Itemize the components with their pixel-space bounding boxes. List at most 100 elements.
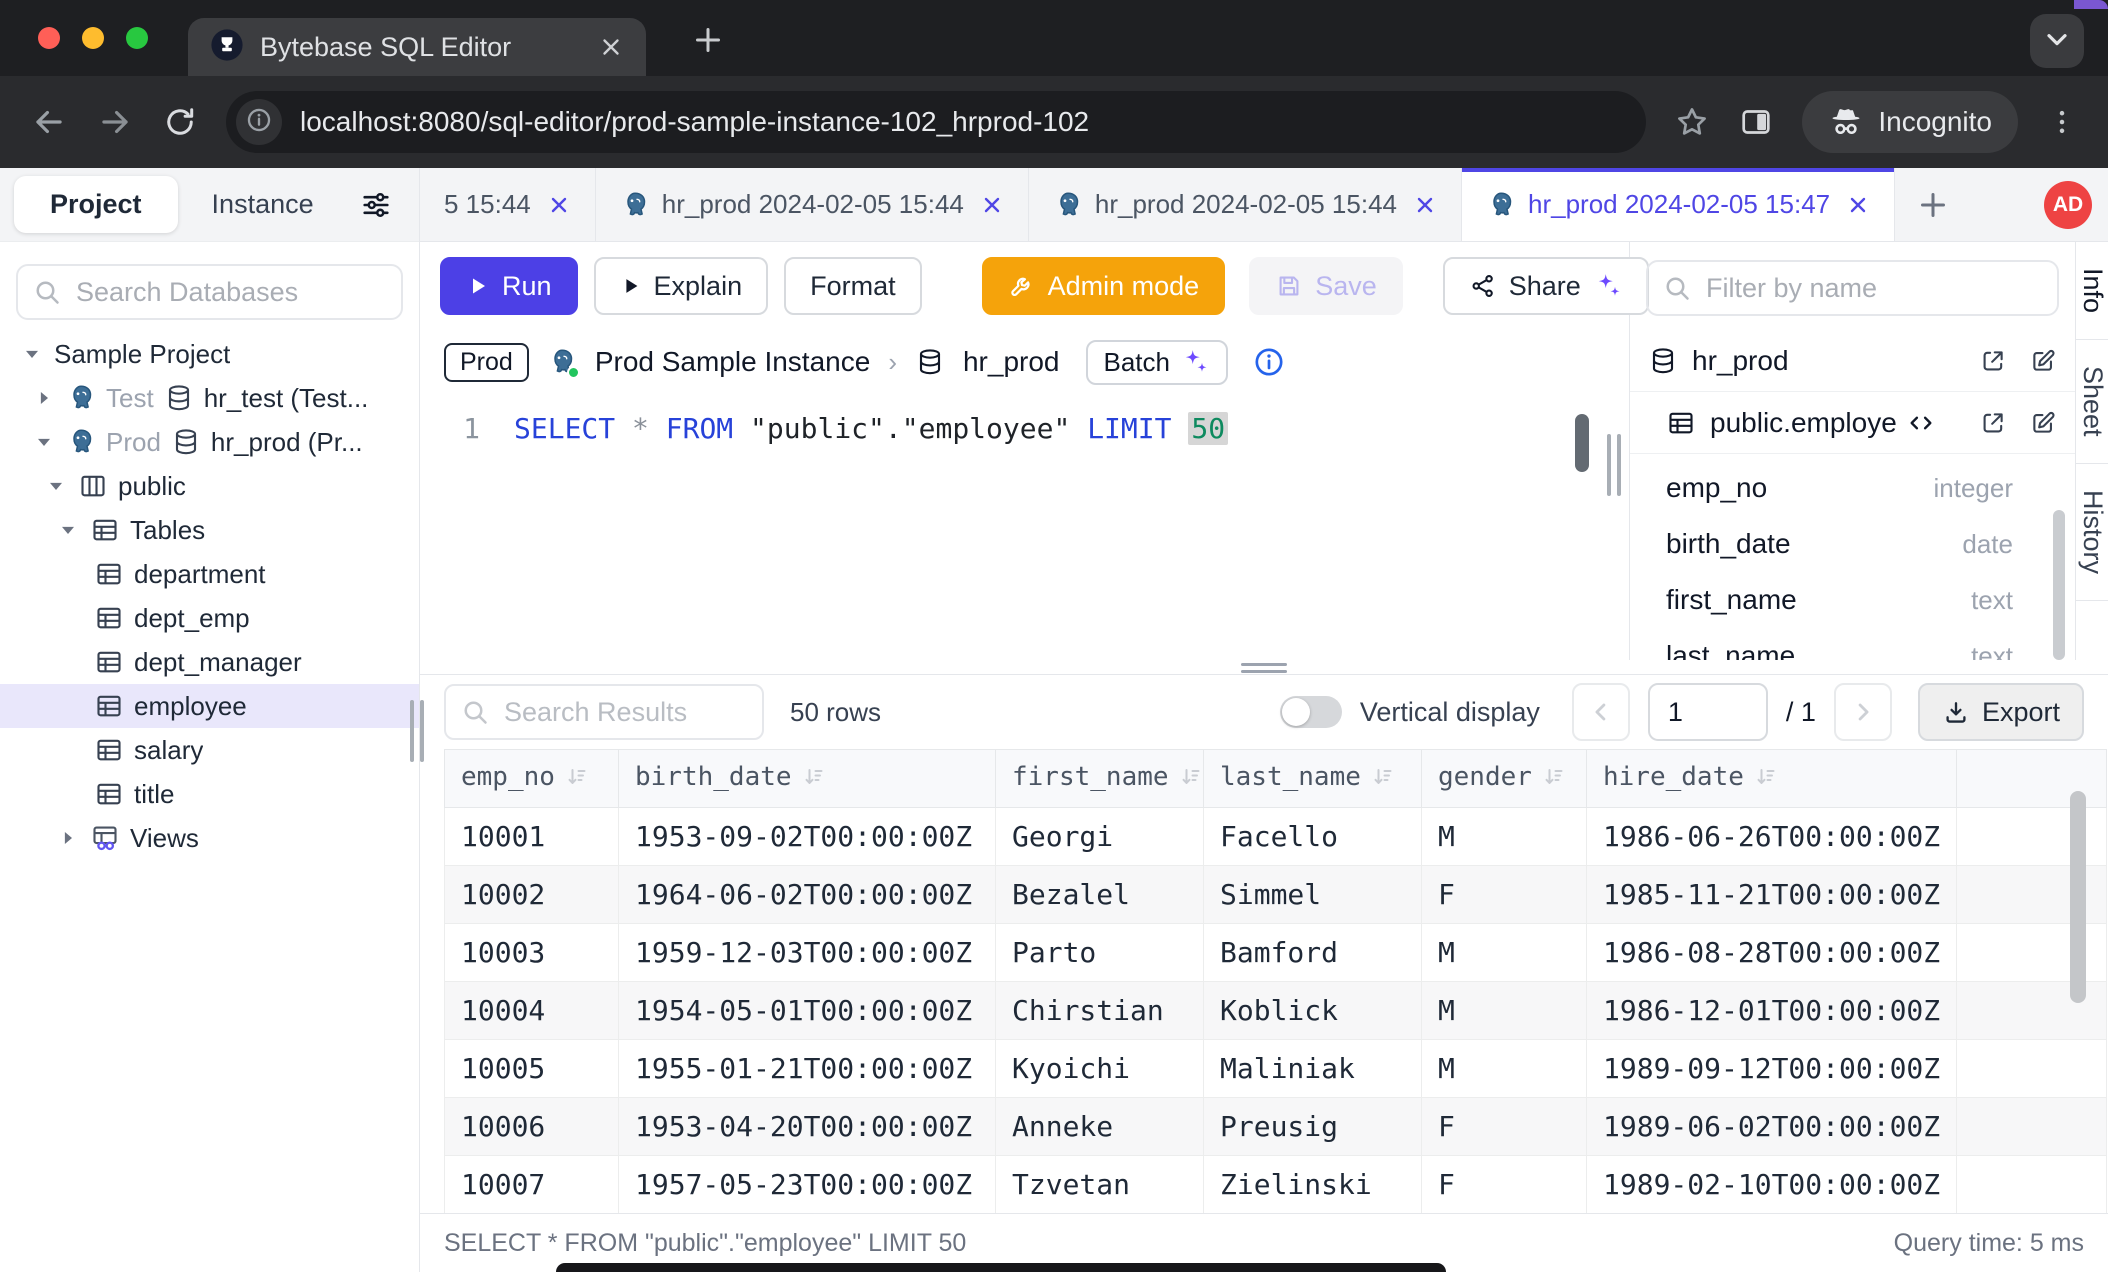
schema-column-emp_no[interactable]: emp_nointeger: [1630, 460, 2075, 516]
maximize-window-button[interactable]: [126, 27, 148, 49]
table-row[interactable]: 100051955-01-21T00:00:00ZKyoichiMaliniak…: [445, 1040, 2107, 1098]
explain-button[interactable]: Explain: [594, 257, 769, 315]
caret-down-icon[interactable]: [20, 344, 44, 364]
close-tab-icon[interactable]: [598, 34, 624, 60]
schema-table-row[interactable]: public.employe: [1630, 392, 2075, 454]
database-name[interactable]: hr_prod: [963, 346, 1060, 378]
schema-column-last_name[interactable]: last_nametext: [1630, 628, 2075, 660]
next-page-button[interactable]: [1834, 683, 1892, 741]
side-tab-history[interactable]: History: [2076, 464, 2108, 601]
table-row[interactable]: 100021964-06-02T00:00:00ZBezalelSimmelF1…: [445, 866, 2107, 924]
caret-down-icon[interactable]: [44, 476, 68, 496]
close-window-button[interactable]: [38, 27, 60, 49]
new-tab-button[interactable]: [690, 22, 726, 58]
panel-resize-handle[interactable]: [1607, 434, 1621, 496]
side-tab-sheet[interactable]: Sheet: [2076, 340, 2108, 464]
run-button[interactable]: Run: [440, 257, 578, 315]
edit-icon[interactable]: [2029, 409, 2057, 437]
new-sheet-button[interactable]: [1895, 187, 1971, 223]
tree-item-views[interactable]: Views: [0, 816, 419, 860]
editor-scrollbar[interactable]: [1575, 414, 1589, 472]
editor-tab-4[interactable]: hr_prod 2024-02-05 15:47: [1462, 168, 1895, 241]
sort-icon[interactable]: [1371, 765, 1395, 796]
sql-code-editor[interactable]: 1 SELECT * FROM "public"."employee" LIMI…: [420, 394, 1629, 660]
caret-down-icon[interactable]: [32, 432, 56, 452]
tree-item-tables[interactable]: Tables: [0, 508, 419, 552]
table-row[interactable]: 100061953-04-20T00:00:00ZAnnekePreusigF1…: [445, 1098, 2107, 1156]
caret-right-icon[interactable]: [32, 388, 56, 408]
caret-down-icon[interactable]: [56, 520, 80, 540]
sort-icon[interactable]: [1179, 765, 1203, 796]
admin-mode-button[interactable]: Admin mode: [982, 257, 1226, 315]
tree-item-employee[interactable]: employee: [0, 684, 419, 728]
tree-item-dept_manager[interactable]: dept_manager: [0, 640, 419, 684]
table-row[interactable]: 100071957-05-23T00:00:00ZTzvetanZielinsk…: [445, 1156, 2107, 1214]
external-link-icon[interactable]: [1979, 347, 2007, 375]
export-button[interactable]: Export: [1918, 683, 2084, 741]
forward-button[interactable]: [96, 103, 134, 141]
filter-settings-icon[interactable]: [359, 188, 393, 222]
avatar[interactable]: AD: [2044, 181, 2092, 229]
batch-button[interactable]: Batch: [1086, 340, 1229, 385]
tree-item-public[interactable]: public: [0, 464, 419, 508]
editor-tab-3[interactable]: hr_prod 2024-02-05 15:44: [1029, 168, 1462, 241]
close-tab-icon[interactable]: [1846, 193, 1870, 217]
side-tab-info[interactable]: Info: [2076, 242, 2108, 340]
page-number-input[interactable]: [1650, 696, 1766, 729]
schema-filter[interactable]: [1646, 260, 2059, 316]
tree-item-dept_emp[interactable]: dept_emp: [0, 596, 419, 640]
tab-search-button[interactable]: [2030, 14, 2084, 68]
vertical-display-toggle[interactable]: [1280, 696, 1342, 728]
site-info-button[interactable]: [236, 99, 282, 145]
back-button[interactable]: [30, 103, 68, 141]
address-bar[interactable]: localhost:8080/sql-editor/prod-sample-in…: [226, 91, 1646, 153]
browser-tab[interactable]: Bytebase SQL Editor: [188, 18, 646, 76]
minimize-window-button[interactable]: [82, 27, 104, 49]
ai-sparkles-icon[interactable]: [1593, 271, 1623, 301]
table-row[interactable]: 100041954-05-01T00:00:00ZChirstianKoblic…: [445, 982, 2107, 1040]
horizontal-splitter[interactable]: [420, 660, 2108, 674]
tree-item-hr_test-test-[interactable]: Testhr_test (Test...: [0, 376, 419, 420]
results-search[interactable]: [444, 684, 764, 740]
sort-icon[interactable]: [565, 765, 589, 796]
close-tab-icon[interactable]: [1413, 193, 1437, 217]
save-button[interactable]: Save: [1249, 257, 1403, 315]
bookmark-icon[interactable]: [1674, 104, 1710, 140]
edit-icon[interactable]: [2029, 347, 2057, 375]
tree-item-sample-project[interactable]: Sample Project: [0, 332, 419, 376]
column-header-last_name[interactable]: last_name: [1204, 750, 1422, 808]
schema-scrollbar[interactable]: [2053, 510, 2065, 660]
schema-database-row[interactable]: hr_prod: [1630, 330, 2075, 392]
close-tab-icon[interactable]: [980, 193, 1004, 217]
instance-name[interactable]: Prod Sample Instance: [595, 346, 871, 378]
format-button[interactable]: Format: [784, 257, 922, 315]
schema-column-birth_date[interactable]: birth_datedate: [1630, 516, 2075, 572]
table-row[interactable]: 100011953-09-02T00:00:00ZGeorgiFacelloM1…: [445, 808, 2107, 866]
database-search[interactable]: [16, 264, 403, 320]
tree-item-title[interactable]: title: [0, 772, 419, 816]
external-link-icon[interactable]: [1979, 409, 2007, 437]
column-header-first_name[interactable]: first_name: [996, 750, 1204, 808]
tree-item-salary[interactable]: salary: [0, 728, 419, 772]
sort-icon[interactable]: [1542, 765, 1566, 796]
reload-button[interactable]: [162, 104, 198, 140]
column-header-birth_date[interactable]: birth_date: [619, 750, 996, 808]
column-header-hire_date[interactable]: hire_date: [1587, 750, 1957, 808]
tab-project[interactable]: Project: [14, 176, 178, 233]
caret-right-icon[interactable]: [56, 828, 80, 848]
info-circle-icon[interactable]: [1252, 345, 1286, 379]
schema-filter-input[interactable]: [1704, 272, 2043, 305]
page-number-field[interactable]: [1648, 683, 1768, 741]
prev-page-button[interactable]: [1572, 683, 1630, 741]
sort-icon[interactable]: [1754, 765, 1778, 796]
share-button[interactable]: Share: [1443, 257, 1649, 315]
side-panel-icon[interactable]: [1738, 104, 1774, 140]
column-header-gender[interactable]: gender: [1422, 750, 1587, 808]
schema-column-first_name[interactable]: first_nametext: [1630, 572, 2075, 628]
code-icon[interactable]: [1907, 409, 1935, 437]
table-row[interactable]: 100031959-12-03T00:00:00ZPartoBamfordM19…: [445, 924, 2107, 982]
tree-item-hr_prod-pr-[interactable]: Prodhr_prod (Pr...: [0, 420, 419, 464]
editor-tab-2[interactable]: hr_prod 2024-02-05 15:44: [596, 168, 1029, 241]
database-search-input[interactable]: [74, 276, 387, 309]
close-tab-icon[interactable]: [547, 193, 571, 217]
